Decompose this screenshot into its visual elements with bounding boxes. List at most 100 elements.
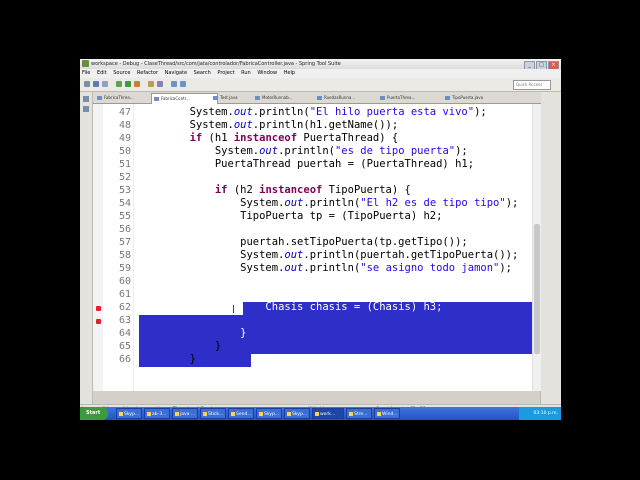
line-number: 58 bbox=[118, 250, 131, 261]
taskbar-item[interactable]: Skyp... bbox=[284, 408, 310, 419]
code-line[interactable]: 51 PuertaThread puertah = (PuertaThread)… bbox=[93, 158, 541, 171]
code-line[interactable]: 47 System.out.println("El hilo puerta es… bbox=[93, 106, 541, 119]
toolbar: Quick Access bbox=[80, 78, 561, 92]
code-text[interactable]: TipoPuerta tp = (TipoPuerta) h2; bbox=[139, 210, 442, 223]
package-explorer-icon[interactable] bbox=[83, 96, 89, 102]
menu-search[interactable]: Search bbox=[194, 70, 211, 76]
menu-file[interactable]: File bbox=[82, 70, 90, 76]
tab-puertathread[interactable]: PuertaThrea... bbox=[378, 93, 443, 103]
code-text[interactable]: if (h3 instanceof Chasis) { bbox=[139, 288, 411, 301]
code-text[interactable]: System.out.println("se asigno todo jamon… bbox=[139, 262, 512, 275]
tab-fabricathread[interactable]: FabricaThrea... bbox=[95, 93, 156, 103]
code-line[interactable]: 60 bbox=[93, 275, 541, 288]
menu-edit[interactable]: Edit bbox=[97, 70, 107, 76]
open-type-icon[interactable] bbox=[148, 81, 154, 87]
tab-ruedasrunnable[interactable]: RuedasRunna... bbox=[315, 93, 380, 103]
code-line[interactable]: 54 System.out.println("El h2 es de tipo … bbox=[93, 197, 541, 210]
menu-window[interactable]: Window bbox=[257, 70, 277, 76]
code-editor[interactable]: 47 System.out.println("El hilo puerta es… bbox=[93, 104, 541, 391]
save-icon[interactable] bbox=[93, 81, 99, 87]
code-line[interactable]: 49 if (h1 instanceof PuertaThread) { bbox=[93, 132, 541, 145]
debug-view-icon[interactable] bbox=[83, 106, 89, 112]
line-number: 62 bbox=[118, 302, 131, 313]
new-icon[interactable] bbox=[84, 81, 90, 87]
taskbar-item[interactable]: Wind... bbox=[374, 408, 400, 419]
code-text[interactable]: } bbox=[139, 340, 221, 353]
line-number: 49 bbox=[118, 133, 131, 144]
code-line[interactable]: 64 } bbox=[93, 327, 541, 340]
taskbar-item[interactable]: ab-3... bbox=[144, 408, 170, 419]
line-number: 57 bbox=[118, 237, 131, 248]
code-line[interactable]: 56 bbox=[93, 223, 541, 236]
taskbar-item[interactable]: work... bbox=[312, 408, 344, 419]
code-line[interactable]: 59 System.out.println("se asigno todo ja… bbox=[93, 262, 541, 275]
left-trim-stack bbox=[80, 92, 93, 404]
line-number: 63 bbox=[118, 315, 131, 326]
external-tools-icon[interactable] bbox=[134, 81, 140, 87]
menu-help[interactable]: Help bbox=[284, 70, 295, 76]
code-text[interactable]: puertah.setTipoPuerta(tp.getTipo()); bbox=[139, 236, 468, 249]
scrollbar-thumb[interactable] bbox=[534, 224, 540, 354]
code-text[interactable]: System.out.println("El hilo puerta esta … bbox=[139, 106, 487, 119]
code-line[interactable]: 65 } bbox=[93, 340, 541, 353]
right-trim-stack bbox=[540, 92, 561, 404]
code-line[interactable]: 62 Chasis chasis = (Chasis) h3; bbox=[93, 301, 541, 314]
tab-tipopuerta[interactable]: TipoPuerta.java bbox=[443, 93, 508, 103]
code-line[interactable]: 55 TipoPuerta tp = (TipoPuerta) h2; bbox=[93, 210, 541, 223]
code-text[interactable]: PuertaThread puertah = (PuertaThread) h1… bbox=[139, 158, 474, 171]
title-bar: workspace - Debug - ClaseThread/src/com/… bbox=[80, 59, 561, 70]
code-line[interactable]: 58 System.out.println(puertah.getTipoPue… bbox=[93, 249, 541, 262]
tab-fabricacontroller[interactable]: FabricaContr... bbox=[151, 93, 218, 104]
code-line[interactable]: 50 System.out.println("es de tipo puerta… bbox=[93, 145, 541, 158]
line-number: 53 bbox=[118, 185, 131, 196]
search-icon[interactable] bbox=[157, 81, 163, 87]
line-number: 51 bbox=[118, 159, 131, 170]
back-icon[interactable] bbox=[171, 81, 177, 87]
taskbar-item[interactable]: Stick... bbox=[200, 408, 226, 419]
spring-tool-suite-icon bbox=[82, 60, 89, 67]
taskbar-item[interactable]: Skyp... bbox=[116, 408, 142, 419]
line-number: 54 bbox=[118, 198, 131, 209]
taskbar-item[interactable]: Send... bbox=[228, 408, 254, 419]
print-icon[interactable] bbox=[102, 81, 108, 87]
run-icon[interactable] bbox=[125, 81, 131, 87]
code-text[interactable]: } bbox=[139, 353, 196, 366]
taskbar-item[interactable]: Skyp... bbox=[256, 408, 282, 419]
code-line[interactable]: 66 } bbox=[93, 353, 541, 366]
menu-project[interactable]: Project bbox=[217, 70, 234, 76]
text-cursor bbox=[233, 305, 234, 313]
editor-tabs: FabricaThrea... FabricaContr... Test.jav… bbox=[93, 92, 541, 104]
debug-icon[interactable] bbox=[116, 81, 122, 87]
menu-refactor[interactable]: Refactor bbox=[137, 70, 158, 76]
line-number: 60 bbox=[118, 276, 131, 287]
forward-icon[interactable] bbox=[180, 81, 186, 87]
code-line[interactable]: 57 puertah.setTipoPuerta(tp.getTipo()); bbox=[93, 236, 541, 249]
line-number: 61 bbox=[118, 289, 131, 300]
code-line[interactable]: 53 if (h2 instanceof TipoPuerta) { bbox=[93, 184, 541, 197]
start-button[interactable]: Start bbox=[80, 407, 108, 420]
code-text[interactable]: System.out.println(h1.getName()); bbox=[139, 119, 399, 132]
code-line[interactable]: 61 if (h3 instanceof Chasis) { bbox=[93, 288, 541, 301]
code-text[interactable]: System.out.println("El h2 es de tipo tip… bbox=[139, 197, 518, 210]
quick-access-input[interactable]: Quick Access bbox=[513, 80, 551, 90]
code-text[interactable]: if (h1 instanceof PuertaThread) { bbox=[139, 132, 399, 145]
line-number: 64 bbox=[118, 328, 131, 339]
code-line[interactable]: 63 bbox=[93, 314, 541, 327]
code-text[interactable]: Chasis chasis = (Chasis) h3; bbox=[139, 301, 442, 314]
menu-run[interactable]: Run bbox=[241, 70, 251, 76]
code-line[interactable]: 48 System.out.println(h1.getName()); bbox=[93, 119, 541, 132]
vertical-scrollbar[interactable] bbox=[532, 104, 541, 391]
taskbar: Start Skyp... ab-3... java ... Stick... … bbox=[80, 407, 561, 420]
line-number: 55 bbox=[118, 211, 131, 222]
taskbar-item[interactable]: Stre... bbox=[346, 408, 372, 419]
code-text[interactable]: } bbox=[139, 327, 246, 340]
menu-navigate[interactable]: Navigate bbox=[165, 70, 187, 76]
code-text[interactable]: System.out.println(puertah.getTipoPuerta… bbox=[139, 249, 518, 262]
line-number: 65 bbox=[118, 341, 131, 352]
code-text[interactable]: if (h2 instanceof TipoPuerta) { bbox=[139, 184, 411, 197]
taskbar-item[interactable]: java ... bbox=[172, 408, 198, 419]
code-text[interactable]: System.out.println("es de tipo puerta"); bbox=[139, 145, 468, 158]
menu-source[interactable]: Source bbox=[113, 70, 130, 76]
tab-motorrunnable[interactable]: MotorRunnab... bbox=[253, 93, 318, 103]
code-line[interactable]: 52 bbox=[93, 171, 541, 184]
